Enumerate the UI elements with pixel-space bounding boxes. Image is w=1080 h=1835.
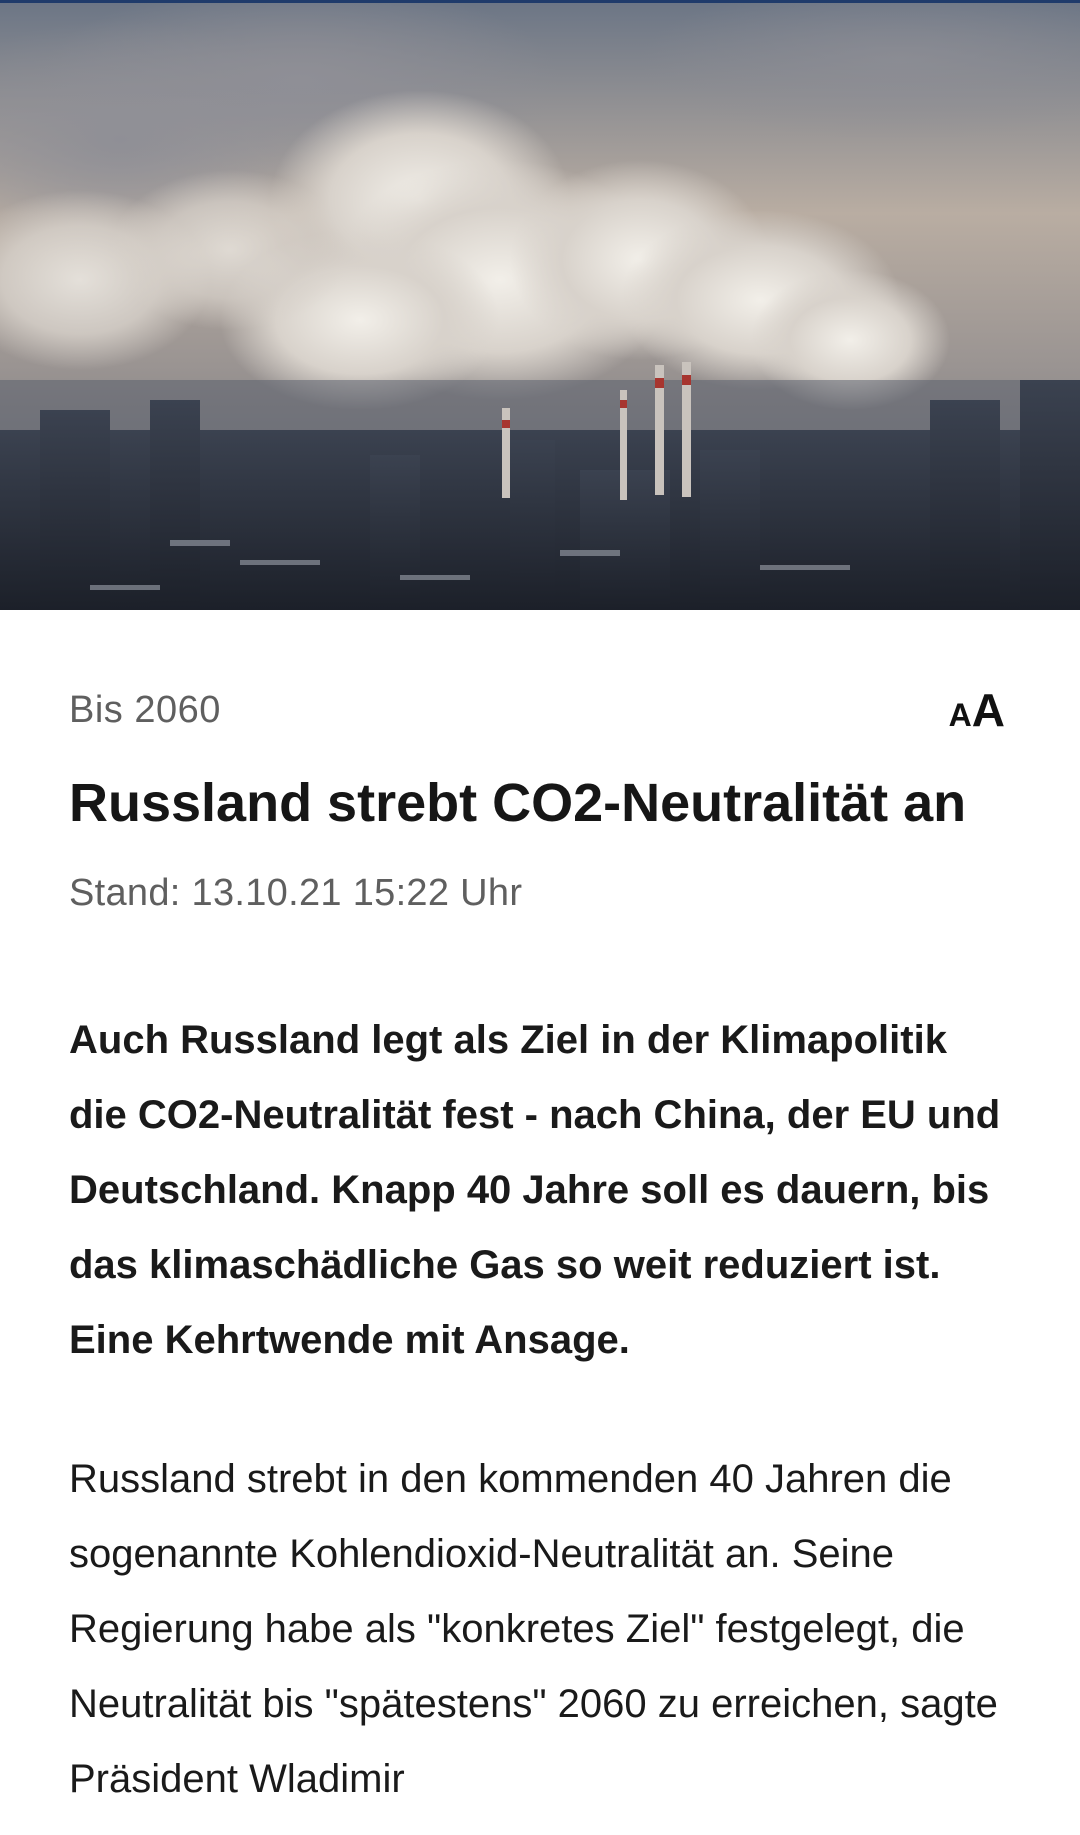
article-body-paragraph: Russland strebt in den kommenden 40 Jahr…	[69, 1456, 998, 1801]
article-lead: Auch Russland legt als Ziel in der Klima…	[69, 1017, 1001, 1362]
article-headline: Russland strebt CO2-Neutralität an	[69, 773, 967, 833]
font-size-big-icon: A	[971, 684, 1005, 736]
font-size-button[interactable]: A A	[949, 683, 1011, 737]
article-timestamp: Stand: 13.10.21 15:22 Uhr	[69, 871, 523, 914]
hero-image	[0, 0, 1080, 610]
kicker-row: Bis 2060 A A	[69, 680, 1011, 740]
top-accent-line	[0, 0, 1080, 3]
article-content: Bis 2060 A A Russland strebt CO2-Neutral…	[0, 680, 1080, 1817]
article-kicker: Bis 2060	[69, 688, 221, 731]
smog-city-photo	[0, 0, 1080, 610]
font-size-small-icon: A	[948, 697, 972, 733]
